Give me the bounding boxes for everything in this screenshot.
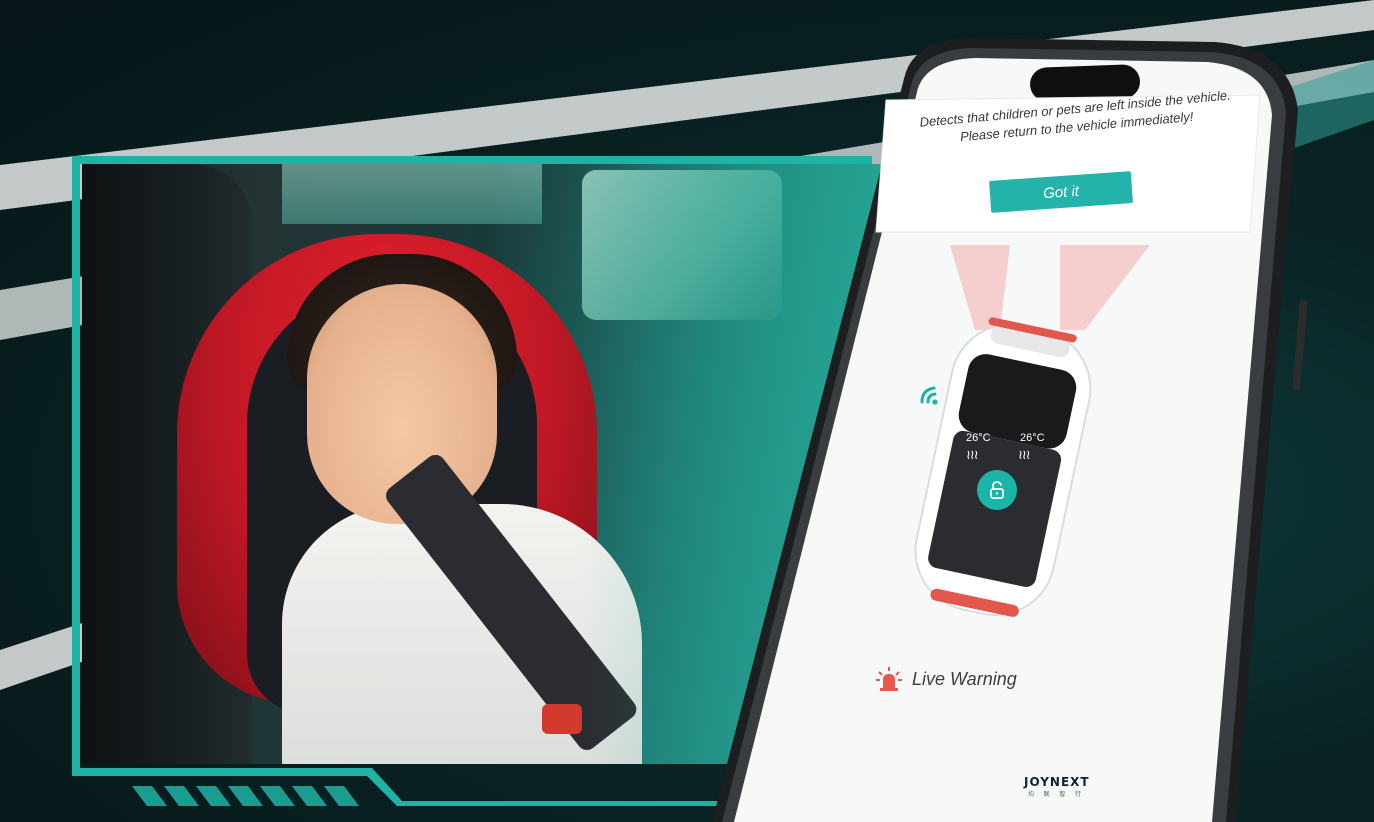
live-warning-label: Live Warning [912, 668, 1017, 689]
brand-logo: JOYNEXT [1024, 775, 1090, 789]
left-seat-temperature: 26°C [966, 432, 991, 444]
wifi-icon [920, 386, 938, 405]
right-seat-temperature: 26°C [1020, 432, 1045, 444]
unlocked-padlock-icon [990, 481, 1004, 499]
stage: Detects that children or pets are left i… [0, 0, 1374, 822]
brand-logo-subtitle: 均 联 智 行 [1028, 792, 1086, 798]
live-warning-indicator[interactable]: Live Warning [876, 666, 1017, 692]
alarm-siren-icon [876, 667, 902, 691]
left-seat-heat-icon: ≀≀≀ [966, 447, 979, 462]
right-seat-heat-icon: ≀≀≀ [1018, 447, 1031, 462]
unlock-button[interactable] [977, 470, 1017, 510]
